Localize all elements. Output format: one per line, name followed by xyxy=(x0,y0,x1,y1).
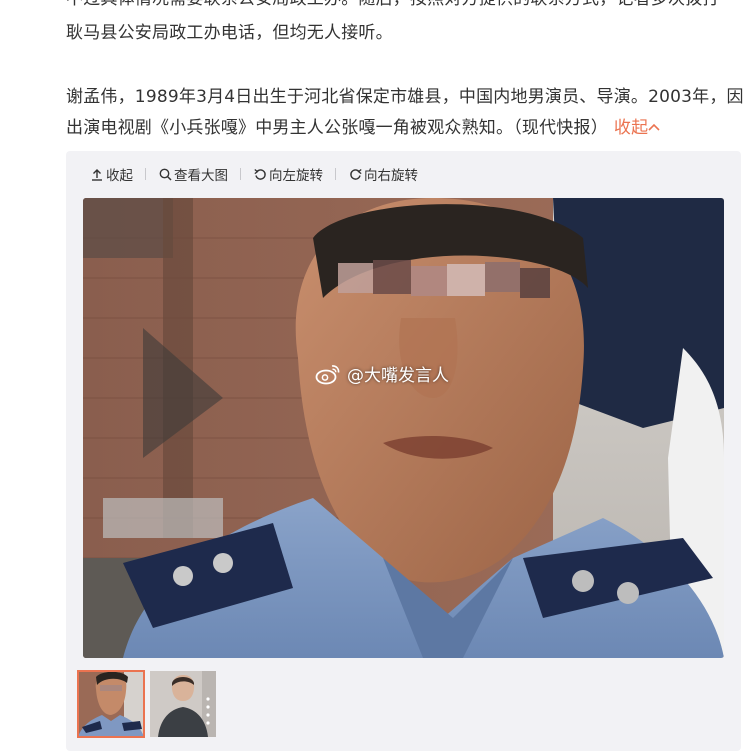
main-photo[interactable]: @大嘴发言人 xyxy=(83,198,724,658)
rotate-right-label: 向右旋转 xyxy=(364,168,418,184)
paragraph-2-line-1: 谢孟伟，1989年3月4日出生于河北省保定市雄县，中国内地男演员、导演。2003… xyxy=(66,87,744,107)
view-large-label: 查看大图 xyxy=(174,168,228,184)
thumbnail-1[interactable] xyxy=(77,670,145,738)
upload-arrow-icon xyxy=(90,167,104,181)
rotate-left-button[interactable]: 向左旋转 xyxy=(253,164,323,184)
collapse-link-label: 收起 xyxy=(613,118,649,138)
rotate-right-button[interactable]: 向右旋转 xyxy=(348,164,418,184)
paragraph-2-line-2: 出演电视剧《小兵张嘎》中男主人公张嘎一角被观众熟知。（现代快报） 收起 xyxy=(66,113,660,145)
paragraph-1-line-2: 耿马县公安局政工办电话，但均无人接听。 xyxy=(66,23,393,43)
paragraph-2-line-2-text: 出演电视剧《小兵张嘎》中男主人公张嘎一角被观众熟知。（现代快报） xyxy=(66,118,608,138)
weibo-logo-icon xyxy=(315,363,341,385)
police-officer-photo xyxy=(83,198,724,658)
weibo-watermark: @大嘴发言人 xyxy=(315,361,449,386)
chevron-up-icon xyxy=(648,114,660,144)
young-man-thumbnail-icon xyxy=(150,671,216,737)
watermark-text: @大嘴发言人 xyxy=(347,366,449,386)
collapse-image-label: 收起 xyxy=(106,168,133,184)
collapse-image-button[interactable]: 收起 xyxy=(90,164,133,184)
paragraph-1-line-1: 不过具体情况需要联系公安局政工办。随后，按照对方提供的联系方式，记者多次拨打 xyxy=(66,0,720,14)
thumbnail-2[interactable] xyxy=(150,671,216,737)
thumbnail-strip xyxy=(77,670,216,738)
view-large-button[interactable]: 查看大图 xyxy=(158,164,228,184)
rotate-left-label: 向左旋转 xyxy=(269,168,323,184)
image-toolbar: 收起 查看大图 向左旋转 向右旋转 xyxy=(90,163,418,185)
magnifier-icon xyxy=(158,167,172,181)
rotate-right-icon xyxy=(348,167,362,181)
rotate-left-icon xyxy=(253,167,267,181)
collapse-text-link[interactable]: 收起 xyxy=(614,118,660,138)
media-panel: 收起 查看大图 向左旋转 向右旋转 @大嘴发言人 xyxy=(66,151,741,751)
toolbar-divider xyxy=(145,168,146,180)
police-officer-thumbnail-icon xyxy=(78,671,144,737)
toolbar-divider xyxy=(240,168,241,180)
toolbar-divider xyxy=(335,168,336,180)
